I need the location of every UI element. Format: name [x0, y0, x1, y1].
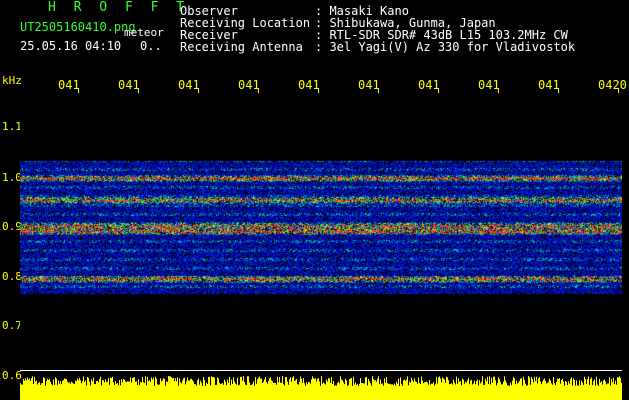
time-tick-label: 041: [238, 78, 260, 92]
time-tick-marker: [198, 88, 199, 93]
hroft-window: H R O F F T UT2505160410.png 25.05.16 04…: [0, 0, 629, 400]
time-tick-marker: [318, 88, 319, 93]
time-tick-marker: [78, 88, 79, 93]
time-tick-marker: [498, 88, 499, 93]
frequency-tick-label: 1.1: [2, 120, 22, 133]
frequency-tick-label: 0.9: [2, 220, 22, 233]
time-tick-label: 041: [118, 78, 140, 92]
time-tick-label: 041: [478, 78, 500, 92]
baseline-line: [20, 370, 622, 371]
time-tick-marker: [618, 88, 619, 93]
time-axis: 041 041 041 041 041 041 041 041 041 0420: [0, 0, 629, 100]
time-tick-label: 041: [298, 78, 320, 92]
spectrogram: [20, 96, 622, 370]
time-tick-marker: [438, 88, 439, 93]
time-tick-label: 041: [358, 78, 380, 92]
time-tick-marker: [558, 88, 559, 93]
waterfall-canvas: [20, 96, 622, 370]
time-tick-label: 041: [58, 78, 80, 92]
time-tick-marker: [138, 88, 139, 93]
time-tick-marker: [378, 88, 379, 93]
frequency-unit: kHz: [2, 74, 22, 87]
level-meter-bars: [20, 376, 622, 400]
time-tick-label: 041: [178, 78, 200, 92]
frequency-tick-label: 1.0: [2, 171, 22, 184]
time-tick-label: 041: [538, 78, 560, 92]
time-tick-label: 041: [418, 78, 440, 92]
time-tick-label: 0420: [598, 78, 627, 92]
level-meter: [20, 376, 622, 400]
time-tick-marker: [258, 88, 259, 93]
frequency-tick-label: 0.8: [2, 270, 22, 283]
frequency-tick-label: 0.6: [2, 369, 22, 382]
frequency-tick-label: 0.7: [2, 319, 22, 332]
